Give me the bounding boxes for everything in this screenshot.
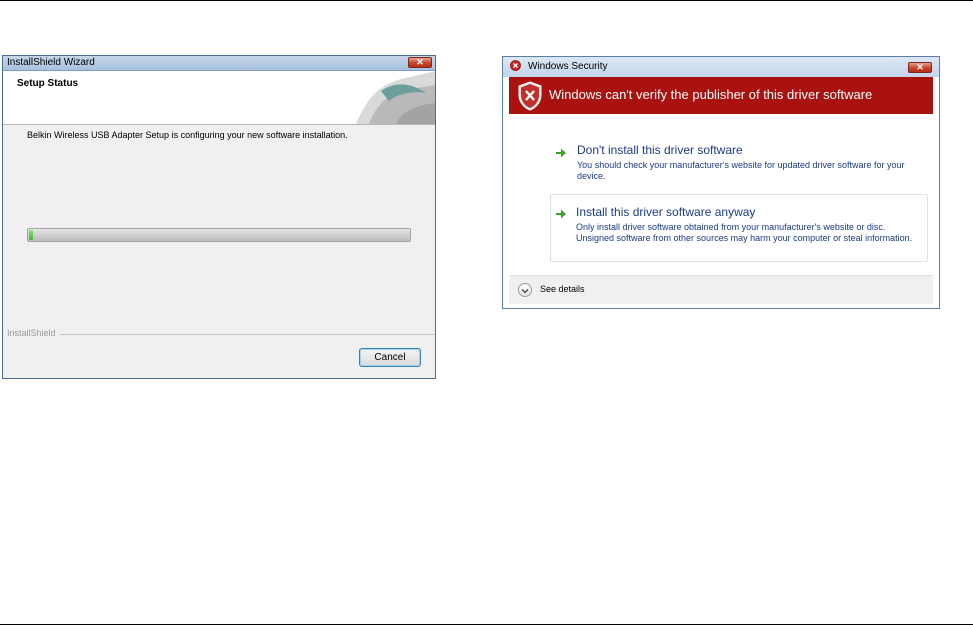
installshield-header: Setup Status bbox=[3, 71, 435, 125]
installshield-decoration-icon bbox=[356, 71, 435, 124]
installshield-progress-bar bbox=[27, 228, 411, 242]
brand-divider bbox=[60, 334, 434, 335]
setup-status-title: Setup Status bbox=[17, 78, 79, 89]
installshield-status-text: Belkin Wireless USB Adapter Setup is con… bbox=[27, 130, 348, 140]
option-install-anyway-description: Only install driver software obtained fr… bbox=[576, 222, 913, 243]
windows-security-content: Don't install this driver software You s… bbox=[509, 114, 933, 275]
windows-security-window: Windows Security ✕ Windows can't verify … bbox=[502, 56, 940, 309]
progress-fill bbox=[29, 230, 33, 240]
cancel-button[interactable]: Cancel bbox=[359, 348, 421, 367]
warning-banner-text: Windows can't verify the publisher of th… bbox=[549, 87, 873, 102]
option-dont-install-description: You should check your manufacturer's web… bbox=[577, 160, 905, 181]
option-dont-install[interactable]: Don't install this driver software You s… bbox=[550, 142, 928, 186]
windows-security-title: Windows Security bbox=[528, 61, 608, 72]
security-shield-small-icon bbox=[510, 60, 521, 71]
option-install-anyway[interactable]: Install this driver software anyway Only… bbox=[550, 194, 928, 262]
windows-security-footer: See details bbox=[509, 275, 933, 304]
installshield-window: InstallShield Wizard ✕ Setup Status Belk… bbox=[2, 55, 436, 379]
see-details-label[interactable]: See details bbox=[540, 284, 585, 294]
chevron-down-icon bbox=[521, 289, 529, 294]
security-shield-icon bbox=[518, 81, 542, 111]
warning-banner: Windows can't verify the publisher of th… bbox=[509, 77, 933, 114]
installshield-titlebar[interactable]: InstallShield Wizard ✕ bbox=[3, 56, 435, 71]
see-details-button[interactable] bbox=[518, 283, 532, 297]
installshield-window-title: InstallShield Wizard bbox=[7, 57, 95, 68]
installshield-close-button[interactable]: ✕ bbox=[408, 57, 432, 68]
windows-security-close-button[interactable]: ✕ bbox=[908, 62, 932, 73]
installshield-brand: InstallShield bbox=[7, 328, 56, 338]
option-install-anyway-title: Install this driver software anyway bbox=[576, 205, 756, 219]
windows-security-titlebar[interactable]: Windows Security ✕ bbox=[503, 57, 939, 77]
option-dont-install-title: Don't install this driver software bbox=[577, 143, 743, 157]
green-arrow-icon bbox=[556, 209, 566, 219]
green-arrow-icon bbox=[556, 148, 566, 158]
top-rule bbox=[0, 0, 973, 1]
